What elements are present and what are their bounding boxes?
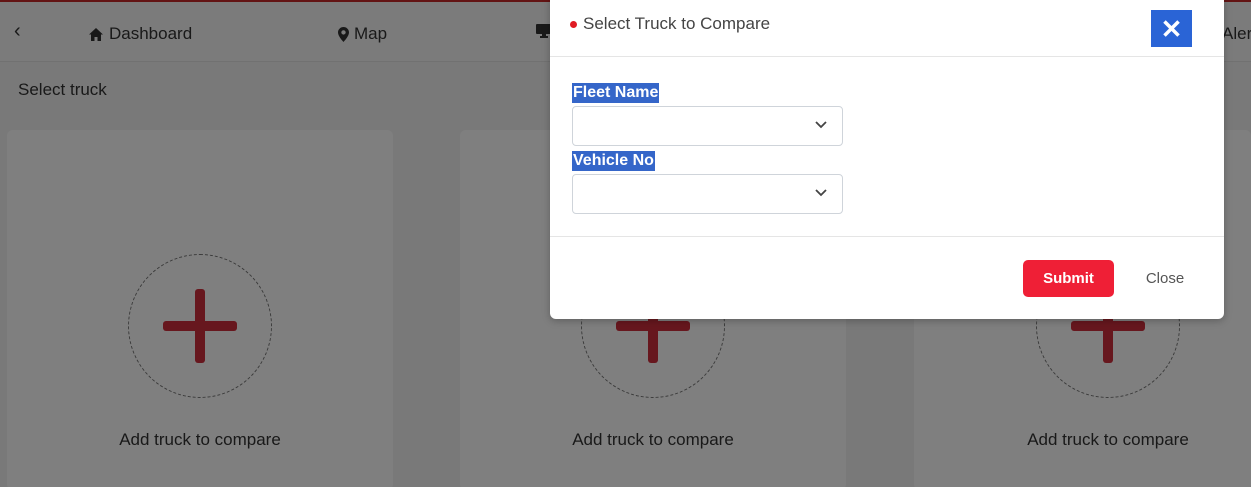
vehicle-no-select[interactable]	[572, 174, 843, 214]
red-dot-icon	[570, 20, 577, 28]
submit-button[interactable]: Submit	[1023, 260, 1114, 297]
fleet-name-label: Fleet Name	[572, 83, 660, 103]
modal-header: Select Truck to Compare ✕	[550, 0, 1224, 57]
close-icon[interactable]: ✕	[1151, 10, 1192, 47]
chevron-down-icon	[815, 189, 827, 197]
vehicle-no-label: Vehicle No	[572, 151, 655, 171]
modal-title: Select Truck to Compare	[570, 14, 770, 34]
select-truck-modal: Select Truck to Compare ✕ Fleet Name Veh…	[550, 0, 1224, 319]
modal-footer-divider	[550, 236, 1224, 237]
fleet-name-select[interactable]	[572, 106, 843, 146]
modal-title-text: Select Truck to Compare	[583, 14, 771, 33]
close-button[interactable]: Close	[1130, 260, 1200, 297]
chevron-down-icon	[815, 121, 827, 129]
